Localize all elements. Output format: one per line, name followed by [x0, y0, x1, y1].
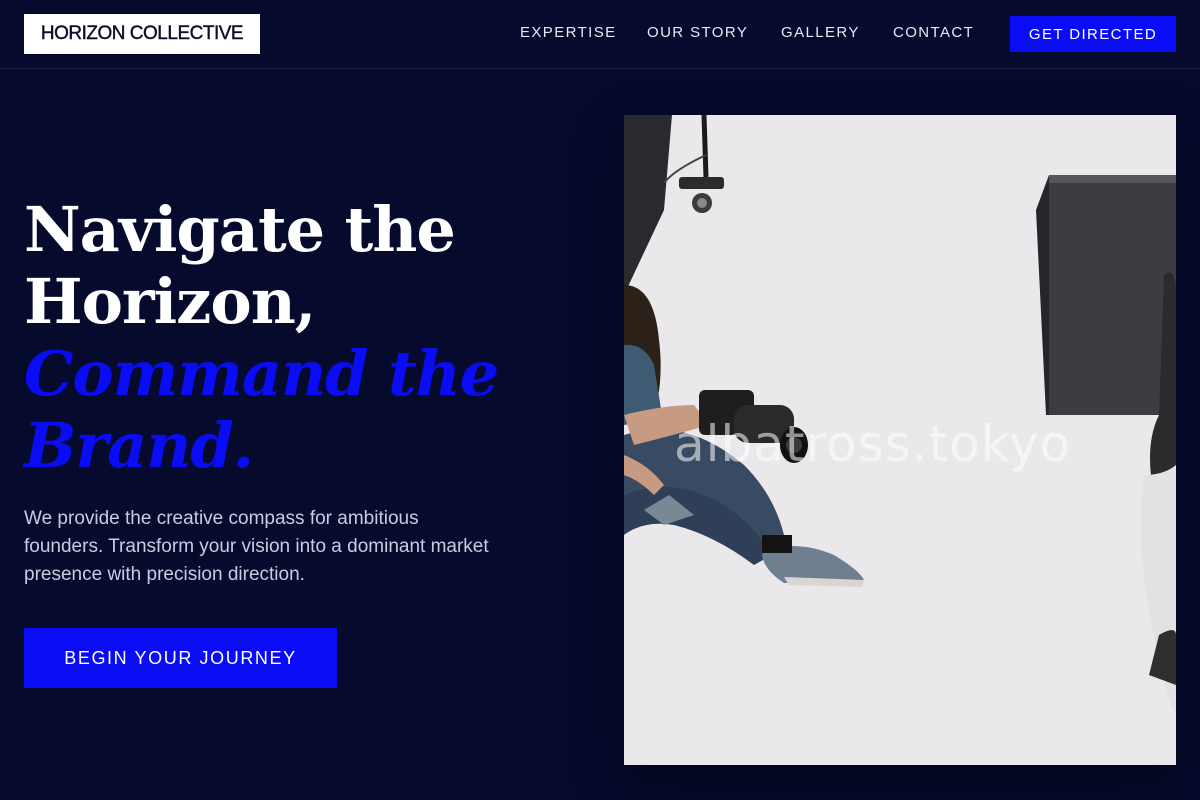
headline-line: Horizon, — [24, 265, 316, 338]
headline-accent-line: Command the — [24, 337, 499, 410]
brand-logo[interactable]: HORIZON COLLECTIVE — [24, 14, 260, 54]
get-directed-button[interactable]: GET DIRECTED — [1010, 16, 1176, 52]
site-header: HORIZON COLLECTIVE EXPERTISE OUR STORY G… — [0, 0, 1200, 69]
begin-journey-button[interactable]: BEGIN YOUR JOURNEY — [24, 628, 337, 688]
nav-link-contact[interactable]: CONTACT — [893, 24, 974, 41]
headline-accent-line: Brand. — [24, 409, 254, 482]
nav-link-our-story[interactable]: OUR STORY — [647, 24, 748, 41]
nav-link-expertise[interactable]: EXPERTISE — [520, 24, 617, 41]
hero-photo: albatross.tokyo — [624, 115, 1176, 765]
image-watermark: albatross.tokyo — [674, 415, 1072, 473]
headline-line: Navigate the — [24, 193, 456, 266]
hero-subtext: We provide the creative compass for ambi… — [24, 508, 489, 585]
nav-link-gallery[interactable]: GALLERY — [781, 24, 860, 41]
hero-headline: Navigate the Horizon, Command the Brand. — [24, 194, 584, 482]
